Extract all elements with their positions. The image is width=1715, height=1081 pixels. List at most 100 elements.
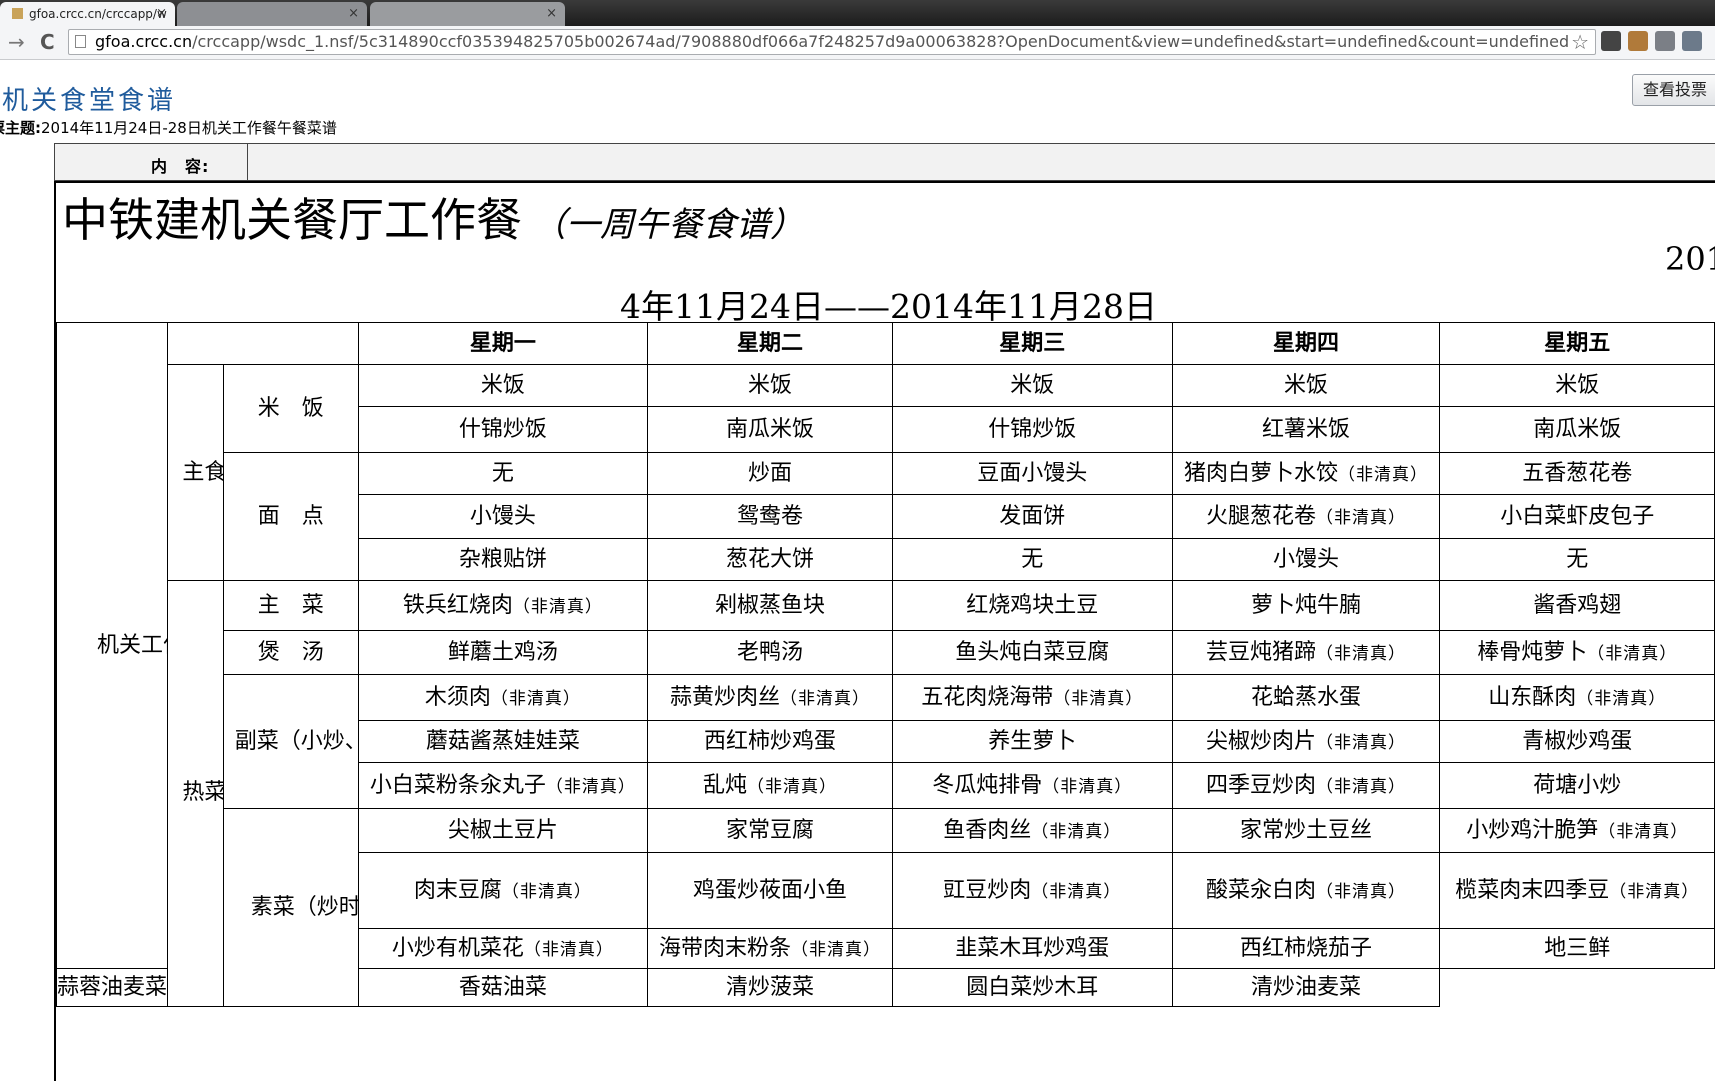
dish-name: 荷塘小炒 bbox=[1533, 772, 1622, 798]
non-halal-tag: （非清真） bbox=[746, 776, 837, 797]
divider bbox=[247, 144, 248, 180]
dish-name: 米饭 bbox=[747, 372, 792, 398]
dish-cell: 无 bbox=[1439, 538, 1715, 581]
otx-icon[interactable] bbox=[1601, 31, 1621, 51]
dish-name: 杂粮贴饼 bbox=[458, 546, 547, 572]
dish-cell: 米饭 bbox=[892, 364, 1173, 407]
blank-cell bbox=[167, 322, 359, 365]
dish-name: 蒜黄炒肉丝 bbox=[669, 684, 780, 710]
section-label: 机关工作餐 bbox=[97, 632, 167, 658]
dish-cell: 五花肉烧海带（非清真） bbox=[892, 674, 1173, 721]
dish-cell: 五香葱花卷 bbox=[1439, 452, 1715, 495]
tab-2[interactable]: × bbox=[177, 2, 367, 26]
menu-row: 副菜（小炒、辣菜、炖菜）木须肉（非清真）蒜黄炒肉丝（非清真）五花肉烧海带（非清真… bbox=[57, 674, 1715, 809]
dish-cell: 小馒头 bbox=[1171, 538, 1441, 581]
reload-icon[interactable]: C bbox=[40, 30, 55, 54]
dish-name: 养生萝卜 bbox=[988, 728, 1077, 754]
dish-name: 米饭 bbox=[1010, 372, 1055, 398]
page-icon bbox=[75, 35, 86, 48]
dish-cell: 家常炒土豆丝 bbox=[1171, 808, 1441, 853]
page-action-icon[interactable] bbox=[1655, 31, 1675, 51]
address-bar[interactable]: gfoa.crcc.cn/crccapp/wsdc_1.nsf/5c314890… bbox=[68, 29, 1596, 55]
subject-value: 2014年11月24日-28日机关工作餐午餐菜谱 bbox=[41, 119, 337, 137]
document-headline: 中铁建机关餐厅工作餐 （一周午餐食谱） bbox=[62, 184, 804, 250]
dish-cell: 豇豆炒肉（非清真） bbox=[892, 852, 1173, 929]
dish-name: 五花肉烧海带 bbox=[921, 684, 1054, 710]
dish-cell: 乱炖（非清真） bbox=[646, 762, 894, 809]
dish-name: 小馒头 bbox=[469, 503, 536, 529]
dish-name: 圆白菜炒木耳 bbox=[966, 974, 1099, 1000]
close-tab-icon[interactable]: × bbox=[546, 2, 557, 26]
dish-name: 红烧鸡块土豆 bbox=[966, 592, 1099, 618]
non-halal-tag: （非清真） bbox=[523, 939, 614, 960]
dish-cell: 小炒鸡汁脆笋（非清真） bbox=[1439, 808, 1715, 853]
dish-cell: 猪肉白萝卜水饺（非清真） bbox=[1171, 452, 1441, 495]
dish-name: 棒骨炖萝卜 bbox=[1477, 639, 1588, 665]
page-title: 机关食堂食谱 bbox=[2, 86, 177, 116]
forward-icon[interactable]: → bbox=[8, 30, 25, 54]
dish-name: 猪肉白萝卜水饺 bbox=[1183, 460, 1338, 486]
bookmark-star-icon[interactable]: ☆ bbox=[1571, 30, 1589, 54]
dish-cell: 炒面 bbox=[646, 452, 894, 495]
dish-name: 火腿葱花卷 bbox=[1205, 503, 1316, 529]
dish-cell: 铁兵红烧肉（非清真） bbox=[357, 580, 648, 631]
category-label: 面 点 bbox=[222, 452, 359, 581]
non-halal-tag: （非清真） bbox=[1315, 732, 1406, 753]
dish-cell: 圆白菜炒木耳 bbox=[892, 968, 1173, 1007]
dish-cell: 四季豆炒肉（非清真） bbox=[1171, 762, 1441, 809]
dish-cell: 家常豆腐 bbox=[646, 808, 894, 853]
dish-name: 海带肉末粉条 bbox=[658, 935, 791, 961]
dish-name: 小白菜虾皮包子 bbox=[1500, 503, 1655, 529]
dish-cell: 火腿葱花卷（非清真） bbox=[1171, 494, 1441, 539]
close-tab-icon[interactable]: × bbox=[156, 2, 167, 26]
dish-name: 豆面小馒头 bbox=[977, 460, 1088, 486]
dish-name: 无 bbox=[1021, 546, 1044, 572]
non-halal-tag: （非清真） bbox=[545, 776, 636, 797]
dish-name: 青椒炒鸡蛋 bbox=[1522, 728, 1633, 754]
ext-icon[interactable] bbox=[1628, 31, 1648, 51]
non-halal-tag: （非清真） bbox=[1315, 776, 1406, 797]
dish-name: 清炒油麦菜 bbox=[1250, 974, 1361, 1000]
dish-name: 发面饼 bbox=[999, 503, 1066, 529]
dish-name: 清炒菠菜 bbox=[725, 974, 814, 1000]
dish-name: 豇豆炒肉 bbox=[943, 877, 1032, 903]
url-text[interactable]: gfoa.crcc.cn/crccapp/wsdc_1.nsf/5c314890… bbox=[95, 32, 1569, 52]
content-label: 内 容: bbox=[151, 157, 210, 176]
dish-name: 香菇油菜 bbox=[458, 974, 547, 1000]
dish-cell: 蘑菇酱蒸娃娃菜 bbox=[357, 720, 648, 763]
url-host: gfoa.crcc.cn bbox=[95, 32, 193, 51]
dish-name: 米饭 bbox=[480, 372, 525, 398]
tab-3[interactable]: × bbox=[370, 2, 565, 26]
dish-cell: 荷塘小炒 bbox=[1439, 762, 1715, 809]
dish-cell: 蒜黄炒肉丝（非清真） bbox=[646, 674, 894, 721]
dish-name: 鸡蛋炒莜面小鱼 bbox=[692, 877, 847, 903]
tab-strip: gfoa.crcc.cn/crccapp/w × × × bbox=[0, 0, 1715, 26]
dish-name: 山东酥肉 bbox=[1488, 684, 1577, 710]
dish-cell: 小白菜虾皮包子 bbox=[1439, 494, 1715, 539]
dish-name: 尖椒炒肉片 bbox=[1205, 728, 1316, 754]
dish-name: 什锦炒饭 bbox=[988, 416, 1077, 442]
tab-active[interactable]: gfoa.crcc.cn/crccapp/w × bbox=[0, 2, 175, 26]
dish-cell: 酱香鸡翅 bbox=[1439, 580, 1715, 631]
close-tab-icon[interactable]: × bbox=[348, 2, 359, 26]
dish-name: 无 bbox=[1566, 546, 1589, 572]
dish-cell: 尖椒土豆片 bbox=[357, 808, 648, 853]
non-halal-tag: （非清真） bbox=[779, 688, 870, 709]
dish-name: 榄菜肉末四季豆 bbox=[1455, 877, 1610, 903]
favicon-icon bbox=[12, 8, 23, 19]
tab-title: gfoa.crcc.cn/crccapp/w bbox=[29, 7, 167, 21]
view-votes-button[interactable]: 查看投票 bbox=[1632, 74, 1715, 106]
dish-name: 家常豆腐 bbox=[725, 817, 814, 843]
dish-name: 尖椒土豆片 bbox=[447, 817, 558, 843]
dish-name: 小炒有机菜花 bbox=[391, 935, 524, 961]
dish-name: 鲜蘑土鸡汤 bbox=[447, 639, 558, 665]
dish-cell: 木须肉（非清真） bbox=[357, 674, 648, 721]
dish-cell: 西红柿炒鸡蛋 bbox=[646, 720, 894, 763]
dish-name: 剁椒蒸鱼块 bbox=[714, 592, 825, 618]
group-label: 热菜 bbox=[167, 580, 224, 1007]
category-label: 米 饭 bbox=[222, 364, 359, 453]
non-halal-tag: （非清真） bbox=[1609, 881, 1700, 902]
ip-icon[interactable] bbox=[1682, 31, 1702, 51]
dish-name: 家常炒土豆丝 bbox=[1239, 817, 1372, 843]
category-label-text: 素菜（炒时蔬） bbox=[250, 894, 359, 920]
